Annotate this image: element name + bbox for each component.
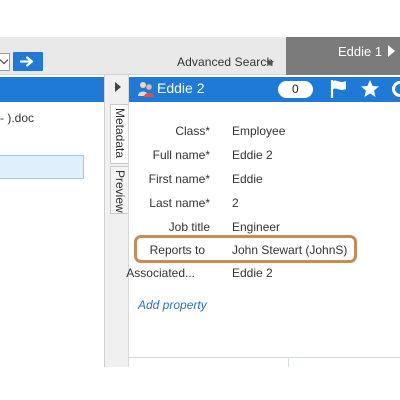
play-arrow-icon[interactable] xyxy=(388,45,395,57)
bottom-divider-tick xyxy=(288,357,289,367)
add-property-link[interactable]: Add property xyxy=(138,298,207,312)
property-value-reports-to[interactable]: John Stewart (JohnS) xyxy=(232,243,347,257)
search-go-button[interactable] xyxy=(13,52,43,71)
bottom-divider xyxy=(129,357,400,358)
star-icon[interactable] xyxy=(360,79,380,99)
arrow-right-icon xyxy=(20,56,34,67)
advanced-search-link[interactable]: Advanced Search xyxy=(177,55,273,69)
property-label-reports-to: Reports to xyxy=(149,243,205,257)
flag-icon[interactable] xyxy=(330,79,348,99)
property-value-first-name[interactable]: Eddie xyxy=(232,172,263,186)
list-header xyxy=(0,77,104,102)
caret-down-icon[interactable] xyxy=(266,61,274,66)
property-value-job-title[interactable]: Engineer xyxy=(232,220,280,234)
property-label-class: Class* xyxy=(175,124,210,138)
property-value-last-name[interactable]: 2 xyxy=(232,196,239,210)
list-item[interactable]: - ).doc xyxy=(0,111,34,125)
property-value-class[interactable]: Employee xyxy=(232,124,285,138)
property-value-associated[interactable]: Eddie 2 xyxy=(232,266,273,280)
property-label-full-name: Full name* xyxy=(152,148,210,162)
tab-label[interactable]: Eddie 1 xyxy=(338,44,382,59)
property-label-job-title: Job title xyxy=(168,220,210,234)
users-icon xyxy=(138,82,154,97)
object-title: Eddie 2 xyxy=(157,80,205,96)
comments-count[interactable]: 0 xyxy=(292,82,299,96)
gear-icon[interactable] xyxy=(390,79,400,99)
property-value-full-name[interactable]: Eddie 2 xyxy=(232,148,273,162)
app-window: Advanced Search Eddie 1 - ).doc Metadata… xyxy=(0,0,400,400)
property-label-last-name: Last name* xyxy=(149,196,210,210)
property-label-associated: Associated... xyxy=(126,266,195,280)
expand-arrow-icon[interactable] xyxy=(115,82,121,92)
property-label-first-name: First name* xyxy=(148,172,210,186)
